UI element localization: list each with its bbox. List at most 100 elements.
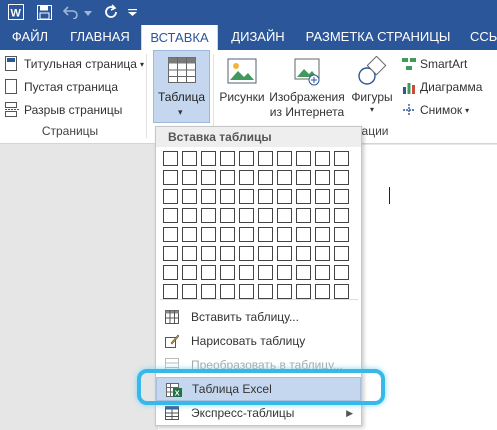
table-grid-cell[interactable] — [163, 246, 178, 261]
table-grid-cell[interactable] — [201, 227, 216, 242]
table-grid-cell[interactable] — [163, 265, 178, 280]
table-grid-cell[interactable] — [315, 170, 330, 185]
table-grid-cell[interactable] — [182, 227, 197, 242]
table-grid-cell[interactable] — [277, 246, 292, 261]
table-grid-cell[interactable] — [315, 265, 330, 280]
table-grid-cell[interactable] — [258, 284, 273, 299]
table-grid-cell[interactable] — [277, 170, 292, 185]
table-grid-cell[interactable] — [201, 208, 216, 223]
table-grid-cell[interactable] — [182, 284, 197, 299]
table-grid-cell[interactable] — [163, 189, 178, 204]
table-grid-cell[interactable] — [258, 265, 273, 280]
pictures-button[interactable]: Рисунки — [216, 52, 268, 105]
table-grid-cell[interactable] — [296, 208, 311, 223]
table-grid-cell[interactable] — [239, 284, 254, 299]
table-grid-cell[interactable] — [277, 208, 292, 223]
tab-references[interactable]: ССЫ — [460, 24, 497, 50]
table-grid-cell[interactable] — [220, 208, 235, 223]
table-grid-cell[interactable] — [220, 189, 235, 204]
smartart-button[interactable]: SmartArt — [402, 54, 467, 74]
table-grid-cell[interactable] — [258, 189, 273, 204]
table-grid-cell[interactable] — [258, 170, 273, 185]
table-grid-cell[interactable] — [334, 208, 349, 223]
tab-insert[interactable]: ВСТАВКА — [141, 25, 218, 51]
table-grid-cell[interactable] — [277, 227, 292, 242]
table-grid-cell[interactable] — [239, 208, 254, 223]
table-grid-cell[interactable] — [163, 170, 178, 185]
table-grid-cell[interactable] — [239, 265, 254, 280]
table-grid-cell[interactable] — [201, 189, 216, 204]
table-grid-cell[interactable] — [315, 227, 330, 242]
table-grid-cell[interactable] — [201, 246, 216, 261]
table-grid-cell[interactable] — [182, 208, 197, 223]
tab-file[interactable]: ФАЙЛ — [0, 24, 60, 50]
table-grid-cell[interactable] — [315, 284, 330, 299]
table-grid-cell[interactable] — [163, 151, 178, 166]
table-grid-cell[interactable] — [334, 151, 349, 166]
table-grid-cell[interactable] — [239, 189, 254, 204]
table-grid-cell[interactable] — [182, 265, 197, 280]
table-grid-cell[interactable] — [315, 246, 330, 261]
table-grid-cell[interactable] — [182, 170, 197, 185]
table-grid-cell[interactable] — [258, 208, 273, 223]
table-grid-cell[interactable] — [163, 208, 178, 223]
screenshot-button[interactable]: Снимок ▾ — [402, 100, 469, 120]
undo-icon[interactable] — [63, 3, 79, 21]
online-pictures-button[interactable]: Изображения из Интернета — [268, 52, 346, 120]
table-grid-cell[interactable] — [220, 170, 235, 185]
undo-dropdown-icon[interactable] — [83, 5, 93, 23]
table-grid-cell[interactable] — [334, 246, 349, 261]
table-grid-cell[interactable] — [239, 227, 254, 242]
table-grid-cell[interactable] — [239, 246, 254, 261]
table-grid-cell[interactable] — [315, 151, 330, 166]
table-grid-cell[interactable] — [201, 170, 216, 185]
customize-toolbar-icon[interactable] — [127, 3, 137, 21]
insert-table-item[interactable]: Вставить таблицу... — [156, 305, 361, 329]
quick-tables-item[interactable]: Экспресс-таблицы ▶ — [156, 401, 361, 425]
table-grid-cell[interactable] — [220, 227, 235, 242]
table-grid-cell[interactable] — [334, 170, 349, 185]
table-grid-cell[interactable] — [182, 189, 197, 204]
table-grid-cell[interactable] — [201, 284, 216, 299]
table-grid-cell[interactable] — [296, 170, 311, 185]
table-grid-cell[interactable] — [296, 189, 311, 204]
table-grid-cell[interactable] — [277, 151, 292, 166]
table-grid-cell[interactable] — [315, 208, 330, 223]
table-grid-cell[interactable] — [163, 227, 178, 242]
tab-design[interactable]: ДИЗАЙН — [222, 24, 294, 50]
table-grid-cell[interactable] — [296, 246, 311, 261]
cover-page-button[interactable]: Титульная страница ▾ — [5, 54, 144, 74]
table-grid-cell[interactable] — [315, 189, 330, 204]
table-grid-cell[interactable] — [258, 151, 273, 166]
table-grid-cell[interactable] — [277, 189, 292, 204]
table-grid-cell[interactable] — [182, 246, 197, 261]
table-grid-cell[interactable] — [334, 189, 349, 204]
table-grid-cell[interactable] — [220, 284, 235, 299]
table-grid-cell[interactable] — [201, 151, 216, 166]
table-grid-cell[interactable] — [277, 265, 292, 280]
table-grid-cell[interactable] — [220, 265, 235, 280]
table-grid-cell[interactable] — [220, 246, 235, 261]
table-grid-cell[interactable] — [182, 151, 197, 166]
table-grid-cell[interactable] — [201, 265, 216, 280]
table-grid-cell[interactable] — [296, 227, 311, 242]
table-grid-cell[interactable] — [296, 151, 311, 166]
table-grid-cell[interactable] — [220, 151, 235, 166]
table-grid-cell[interactable] — [258, 227, 273, 242]
tab-page-layout[interactable]: РАЗМЕТКА СТРАНИЦЫ — [300, 24, 456, 50]
redo-icon[interactable] — [103, 3, 119, 21]
table-grid-cell[interactable] — [334, 265, 349, 280]
excel-table-item[interactable]: X Таблица Excel — [156, 377, 361, 401]
table-grid-cell[interactable] — [277, 284, 292, 299]
tab-home[interactable]: ГЛАВНАЯ — [62, 24, 138, 50]
shapes-button[interactable]: Фигуры ▾ — [348, 52, 396, 115]
word-app-icon[interactable]: W — [7, 3, 25, 21]
table-grid-cell[interactable] — [239, 170, 254, 185]
table-grid-cell[interactable] — [334, 284, 349, 299]
chart-button[interactable]: Диаграмма — [402, 77, 482, 97]
table-grid-cell[interactable] — [296, 265, 311, 280]
table-grid-cell[interactable] — [239, 151, 254, 166]
blank-page-button[interactable]: Пустая страница — [5, 77, 118, 97]
draw-table-item[interactable]: Нарисовать таблицу — [156, 329, 361, 353]
table-button[interactable]: Таблица ▾ — [153, 50, 210, 123]
